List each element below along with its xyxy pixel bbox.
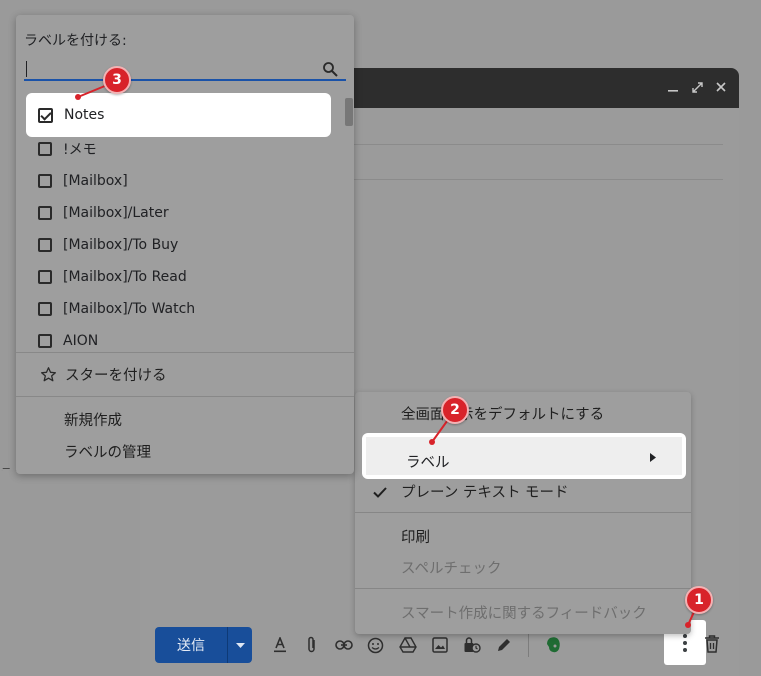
- close-icon[interactable]: [715, 78, 727, 96]
- menu-item-plain-text-mode[interactable]: プレーン テキスト モード: [401, 481, 569, 502]
- text-caret: [26, 61, 27, 77]
- menu-item-label-text: ラベル: [406, 455, 450, 471]
- send-button[interactable]: 送信: [155, 627, 227, 663]
- label-option-mailbox-later[interactable]: [Mailbox]/Later: [38, 202, 169, 224]
- star-icon: [40, 367, 57, 382]
- expand-icon[interactable]: [691, 78, 703, 96]
- label-search-input[interactable]: [24, 59, 346, 81]
- checkbox-icon: [38, 206, 52, 220]
- trash-icon[interactable]: [704, 635, 720, 653]
- checkbox-icon: [38, 142, 52, 156]
- label-option-memo[interactable]: !メモ: [38, 138, 97, 160]
- step-badge-1: 1: [685, 586, 713, 614]
- menu-item-spellcheck: スペルチェック: [401, 561, 502, 577]
- label-option-mailbox-to-buy[interactable]: [Mailbox]/To Buy: [38, 234, 178, 256]
- menu-item-print[interactable]: 印刷: [401, 526, 430, 547]
- drive-icon[interactable]: [396, 634, 419, 657]
- checkbox-icon: [38, 174, 52, 188]
- evernote-icon[interactable]: [542, 634, 565, 657]
- add-star-action[interactable]: スターを付ける: [40, 364, 167, 385]
- label-option-mailbox-to-read[interactable]: [Mailbox]/To Read: [38, 266, 187, 288]
- step-badge-3: 3: [103, 66, 131, 94]
- checkbox-icon: [38, 238, 52, 252]
- more-options-menu: 全画面表示をデフォルトにする プレーン テキスト モード 印刷 スペルチェック …: [355, 392, 691, 634]
- subject-divider: [340, 179, 723, 180]
- toolbar-separator: [528, 633, 529, 657]
- dropdown-arrow-icon: [235, 642, 245, 648]
- format-text-icon[interactable]: [268, 634, 291, 657]
- add-star-label: スターを付ける: [65, 368, 167, 384]
- menu-divider: [355, 512, 691, 513]
- link-icon[interactable]: [332, 634, 355, 657]
- label-option-mailbox-to-watch[interactable]: [Mailbox]/To Watch: [38, 298, 195, 320]
- more-vert-icon: [683, 633, 687, 652]
- menu-divider: [355, 588, 691, 589]
- label-panel: ラベルを付ける: !メモ [Mailbox] [Mailbox]/Later […: [16, 15, 354, 474]
- menu-item-smart-compose-feedback: スマート作成に関するフィードバック: [401, 606, 647, 622]
- signature-pen-icon[interactable]: [492, 634, 515, 657]
- attach-icon[interactable]: [300, 634, 323, 657]
- create-new-label[interactable]: 新規作成: [64, 409, 122, 430]
- label-option-notes-text: Notes: [64, 107, 105, 123]
- send-options-button[interactable]: [227, 627, 252, 663]
- label-panel-divider: [16, 396, 354, 397]
- label-option-notes[interactable]: Notes: [26, 93, 331, 137]
- label-option-mailbox[interactable]: [Mailbox]: [38, 170, 128, 192]
- minimize-icon[interactable]: [667, 78, 679, 96]
- search-icon: [323, 62, 338, 77]
- checkbox-icon: [38, 302, 52, 316]
- emoji-icon[interactable]: [364, 634, 387, 657]
- label-panel-title: ラベルを付ける:: [24, 33, 127, 49]
- label-list-scrollbar[interactable]: [345, 98, 353, 126]
- submenu-arrow-icon: [650, 453, 656, 465]
- checkbox-icon: [38, 270, 52, 284]
- checkbox-checked-icon: [38, 107, 53, 123]
- step-badge-2: 2: [441, 396, 469, 424]
- label-option-aion[interactable]: AION: [38, 330, 98, 352]
- menu-item-fullscreen-default[interactable]: 全画面表示をデフォルトにする: [401, 403, 604, 424]
- label-panel-divider: [16, 352, 354, 353]
- check-icon: [373, 484, 387, 502]
- image-icon[interactable]: [428, 634, 451, 657]
- manage-labels[interactable]: ラベルの管理: [64, 441, 151, 462]
- recipients-divider: [340, 144, 723, 145]
- checkbox-icon: [38, 334, 52, 348]
- confidential-mode-icon[interactable]: [460, 634, 483, 657]
- menu-item-label[interactable]: ラベル: [362, 433, 686, 479]
